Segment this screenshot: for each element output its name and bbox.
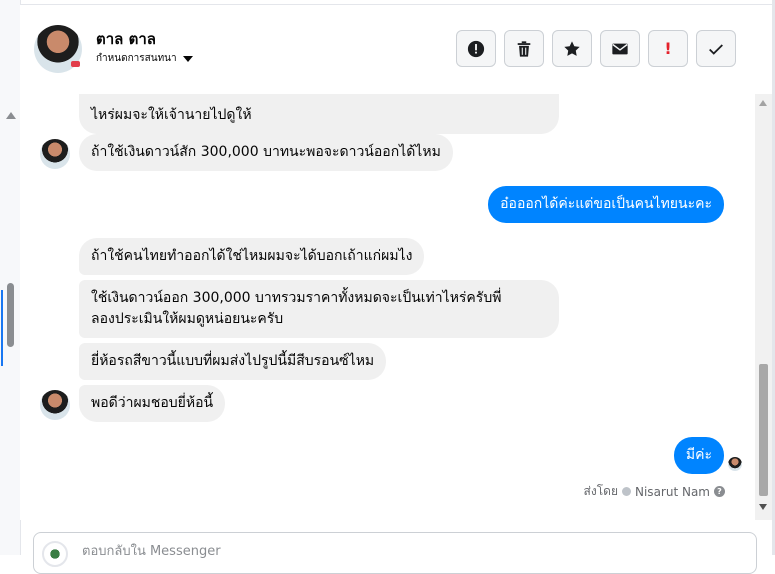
trash-icon xyxy=(517,40,531,57)
outgoing-message[interactable]: มีค่ะ xyxy=(673,437,724,474)
scroll-down-arrow-icon[interactable] xyxy=(759,504,767,510)
message-text: ลองประเมินให้ผมดูหน่อยนะครับ xyxy=(91,311,284,327)
message-row: ไหร่ผมจะให้เจ้านายไปดูให้ xyxy=(79,94,559,134)
report-spam-button[interactable] xyxy=(456,30,496,67)
incoming-message[interactable]: ไหร่ผมจะให้เจ้านายไปดูให้ xyxy=(79,94,559,134)
delete-button[interactable] xyxy=(504,30,544,67)
incoming-message[interactable]: ถ้าใช้คนไทยทำออกได้ใช่ไหมผมจะได้บอกเถ้าแ… xyxy=(79,238,425,275)
contact-avatar[interactable] xyxy=(34,25,82,73)
seen-avatar xyxy=(728,457,742,471)
sent-by-name[interactable]: Nisarut Nam xyxy=(635,485,710,499)
caret-down-icon xyxy=(182,56,193,62)
message-text: พอดีว่าผมชอบยี่ห้อนี้ xyxy=(91,395,214,411)
reply-composer xyxy=(33,532,757,574)
conversation-settings-dropdown[interactable]: กำหนดการสนทนา xyxy=(96,51,193,66)
outgoing-message[interactable]: อ๋อออกได้ค่ะแต่ขอเป็นคนไทยนะคะ xyxy=(488,186,724,223)
message-text: ไหร่ผมจะให้เจ้านายไปดูให้ xyxy=(91,107,252,123)
message-text: ถ้าใช้เงินดาวน์สัก 300,000 บาทนะพอจะดาวน… xyxy=(91,144,441,160)
envelope-icon xyxy=(612,43,628,54)
scroll-up-arrow-icon[interactable] xyxy=(6,112,16,119)
sender-avatar[interactable] xyxy=(40,139,70,169)
message-row: ใช้เงินดาวน์ออก 300,000 บาทรวมราคาทั้งหม… xyxy=(79,280,559,338)
message-row: มีค่ะ xyxy=(673,437,724,474)
sender-avatar[interactable] xyxy=(40,390,70,420)
message-row: พอดีว่าผมชอบยี่ห้อนี้ xyxy=(79,385,226,422)
page-avatar xyxy=(42,541,68,567)
check-icon xyxy=(709,43,723,55)
thread-scrollbar-thumb[interactable] xyxy=(759,364,768,496)
message-row: ถ้าใช้เงินดาวน์สัก 300,000 บาทนะพอจะดาวน… xyxy=(79,134,453,171)
exclamation-circle-icon xyxy=(467,40,485,57)
message-text: ใช้เงินดาวน์ออก 300,000 บาทรวมราคาทั้งหม… xyxy=(91,290,502,306)
incoming-message[interactable]: ยี่ห้อรถสีขาวนี้แบบที่ผมส่งไปรูปนี้มีสีบ… xyxy=(79,343,387,380)
exclamation-icon: ! xyxy=(664,39,672,58)
mark-done-button[interactable] xyxy=(696,30,736,67)
message-row: อ๋อออกได้ค่ะแต่ขอเป็นคนไทยนะคะ xyxy=(488,186,724,223)
active-indicator xyxy=(1,290,3,366)
message-row: ยี่ห้อรถสีขาวนี้แบบที่ผมส่งไปรูปนี้มีสีบ… xyxy=(79,343,387,380)
star-icon xyxy=(564,40,580,56)
help-icon[interactable]: ? xyxy=(714,486,725,497)
message-text: มีค่ะ xyxy=(685,447,712,463)
reply-input[interactable] xyxy=(80,543,684,560)
action-toolbar: ! xyxy=(456,30,736,67)
conversation-header: ตาล ตาล กำหนดการสนทนา ! xyxy=(20,4,772,95)
incoming-message[interactable]: ถ้าใช้เงินดาวน์สัก 300,000 บาทนะพอจะดาวน… xyxy=(79,134,453,171)
verified-check-icon xyxy=(622,487,631,496)
conversation-settings-label: กำหนดการสนทนา xyxy=(96,53,177,64)
contact-name[interactable]: ตาล ตาล xyxy=(96,27,156,51)
follow-up-button[interactable]: ! xyxy=(648,30,688,67)
message-text: ยี่ห้อรถสีขาวนี้แบบที่ผมส่งไปรูปนี้มีสีบ… xyxy=(91,353,375,369)
message-row: ถ้าใช้คนไทยทำออกได้ใช่ไหมผมจะได้บอกเถ้าแ… xyxy=(79,238,425,275)
scroll-up-arrow-icon[interactable] xyxy=(759,100,767,106)
thread-scrollbar[interactable] xyxy=(755,94,772,520)
sent-by-info: ส่งโดย Nisarut Nam ? xyxy=(584,482,725,501)
sent-by-prefix: ส่งโดย xyxy=(583,484,618,498)
message-text: ถ้าใช้คนไทยทำออกได้ใช่ไหมผมจะได้บอกเถ้าแ… xyxy=(91,248,413,264)
incoming-message[interactable]: ใช้เงินดาวน์ออก 300,000 บาทรวมราคาทั้งหม… xyxy=(79,280,559,338)
left-panel-strip xyxy=(0,0,21,555)
left-scrollbar-thumb[interactable] xyxy=(7,283,14,347)
incoming-message[interactable]: พอดีว่าผมชอบยี่ห้อนี้ xyxy=(79,385,226,422)
mark-unread-button[interactable] xyxy=(600,30,640,67)
star-button[interactable] xyxy=(552,30,592,67)
message-thread[interactable]: ไหร่ผมจะให้เจ้านายไปดูให้ ถ้าใช้เงินดาวน… xyxy=(20,94,755,520)
message-text: อ๋อออกได้ค่ะแต่ขอเป็นคนไทยนะคะ xyxy=(500,196,712,212)
